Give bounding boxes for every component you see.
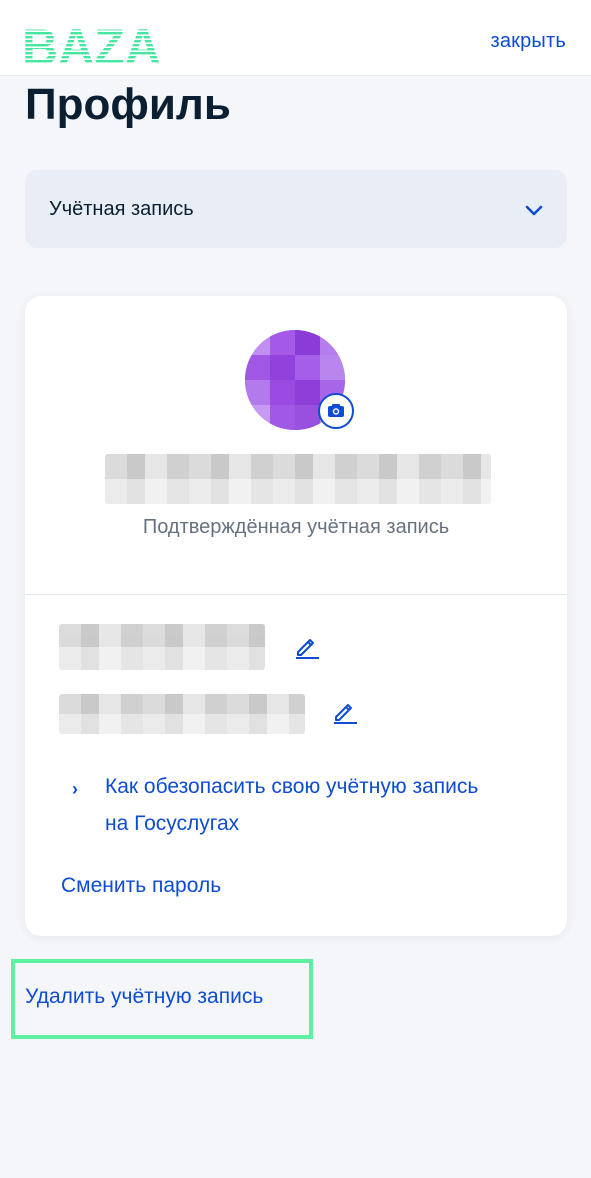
security-help-link[interactable]: Как обезопасить свою учётную запись на Г…	[105, 768, 505, 842]
page-title: Профиль	[25, 80, 231, 129]
contact-email-redacted	[59, 694, 305, 734]
pencil-icon[interactable]	[331, 697, 359, 725]
account-selector-dropdown[interactable]: Учётная запись	[25, 170, 567, 248]
pencil-icon[interactable]	[293, 632, 321, 660]
contact-phone-redacted	[59, 624, 265, 670]
account-selector-value: Учётная запись	[49, 198, 194, 220]
chevron-down-icon	[525, 205, 543, 216]
user-name-redacted	[105, 454, 491, 504]
svg-text:BAZA: BAZA	[22, 20, 161, 68]
delete-account-link[interactable]: Удалить учётную запись	[25, 985, 263, 1009]
close-link[interactable]: закрыть	[490, 30, 566, 53]
change-password-link[interactable]: Сменить пароль	[61, 874, 221, 898]
account-status-text: Подтверждённая учётная запись	[142, 516, 450, 538]
divider	[25, 594, 567, 595]
camera-icon[interactable]	[318, 393, 354, 429]
chevron-right-icon: ›	[72, 779, 78, 799]
top-bar: BAZA закрыть	[0, 0, 591, 76]
baza-logo: BAZA	[22, 20, 161, 68]
profile-card: Подтверждённая учётная запись › Как обез…	[25, 296, 567, 936]
